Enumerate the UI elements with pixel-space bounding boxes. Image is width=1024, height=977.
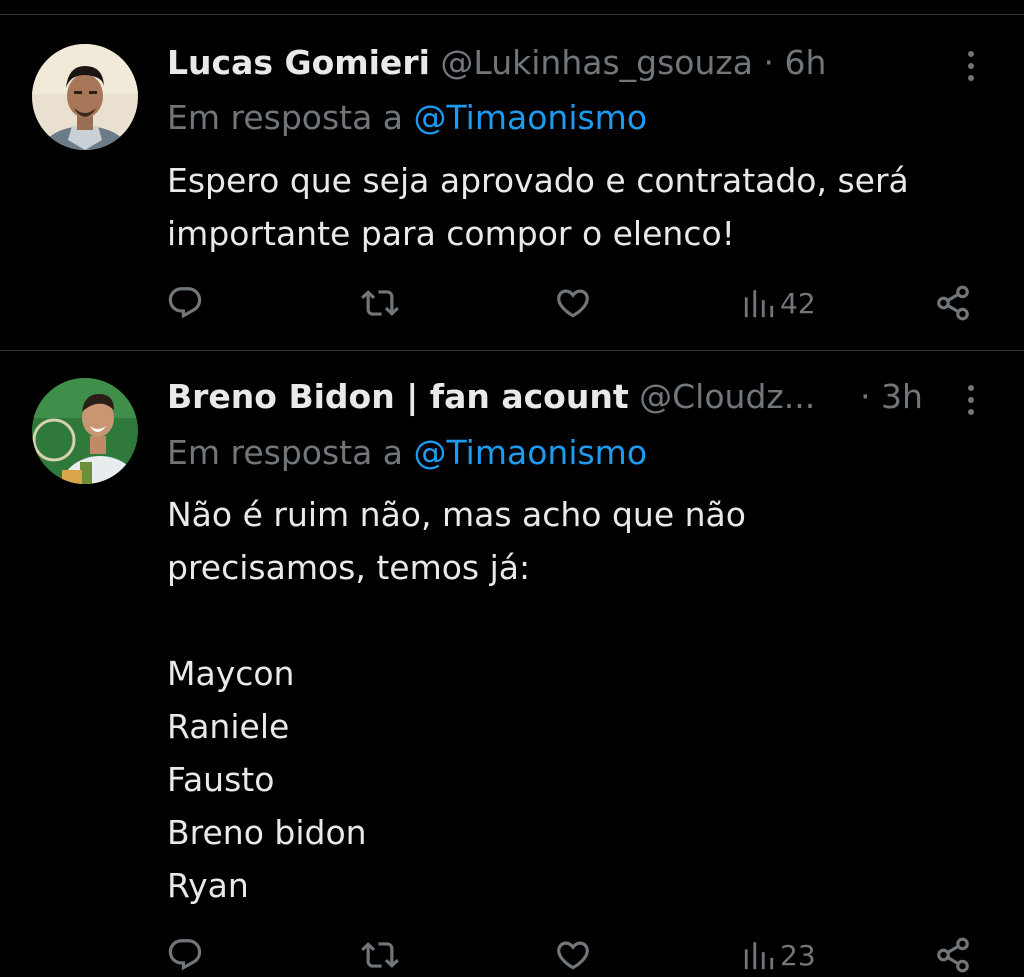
tweet-header: Lucas Gomieri @Lukinhas_gsouza · 6h <box>167 43 826 83</box>
like-button[interactable] <box>554 283 592 323</box>
views-icon <box>744 290 774 318</box>
timestamp-group: · 3h <box>860 377 923 417</box>
share-icon <box>937 937 969 973</box>
display-name[interactable]: Lucas Gomieri <box>167 43 430 82</box>
avatar[interactable] <box>32 378 138 484</box>
retweet-icon <box>361 290 399 316</box>
reply-icon <box>168 939 202 971</box>
views-count: 42 <box>780 286 816 320</box>
retweet-icon <box>361 942 399 968</box>
handle[interactable]: @Lukinhas_gsouza <box>440 43 753 82</box>
tweet-text: Espero que seja aprovado e contratado, s… <box>167 161 909 253</box>
display-name[interactable]: Breno Bidon | fan acount <box>167 377 629 416</box>
separator-dot: · <box>860 377 871 416</box>
more-icon[interactable] <box>956 46 986 86</box>
avatar[interactable] <box>32 44 138 150</box>
retweet-button[interactable] <box>360 935 400 975</box>
reply-prefix: Em resposta a <box>167 433 404 472</box>
tweet-1[interactable]: Lucas Gomieri @Lukinhas_gsouza · 6h Em r… <box>0 0 1024 350</box>
tweet-header: Breno Bidon | fan acount @Cloudz... <box>167 377 815 417</box>
more-icon[interactable] <box>956 380 986 420</box>
views-count: 23 <box>780 938 816 972</box>
reply-handle-link[interactable]: @Timaonismo <box>414 98 647 137</box>
tweet-2[interactable]: Breno Bidon | fan acount @Cloudz... · 3h… <box>0 351 1024 977</box>
share-button[interactable] <box>934 283 972 323</box>
like-button[interactable] <box>554 935 592 975</box>
reply-context: Em resposta a @Timaonismo <box>167 433 647 473</box>
share-button[interactable] <box>934 935 972 975</box>
like-icon <box>557 289 589 318</box>
share-icon <box>937 285 969 321</box>
tweet-text: Não é ruim não, mas acho que não precisa… <box>167 495 746 905</box>
reply-icon <box>168 287 202 319</box>
views-button[interactable]: 42 <box>742 283 816 323</box>
reply-context: Em resposta a @Timaonismo <box>167 98 647 138</box>
reply-handle-link[interactable]: @Timaonismo <box>414 433 647 472</box>
timestamp[interactable]: 3h <box>881 377 923 416</box>
timestamp[interactable]: 6h <box>784 43 826 82</box>
views-icon <box>744 942 774 970</box>
retweet-button[interactable] <box>360 283 400 323</box>
like-icon <box>557 941 589 970</box>
views-button[interactable]: 23 <box>742 935 816 975</box>
reply-prefix: Em resposta a <box>167 98 404 137</box>
reply-button[interactable] <box>166 283 204 323</box>
handle[interactable]: @Cloudz... <box>639 377 815 416</box>
separator-dot: · <box>763 43 774 82</box>
reply-button[interactable] <box>166 935 204 975</box>
